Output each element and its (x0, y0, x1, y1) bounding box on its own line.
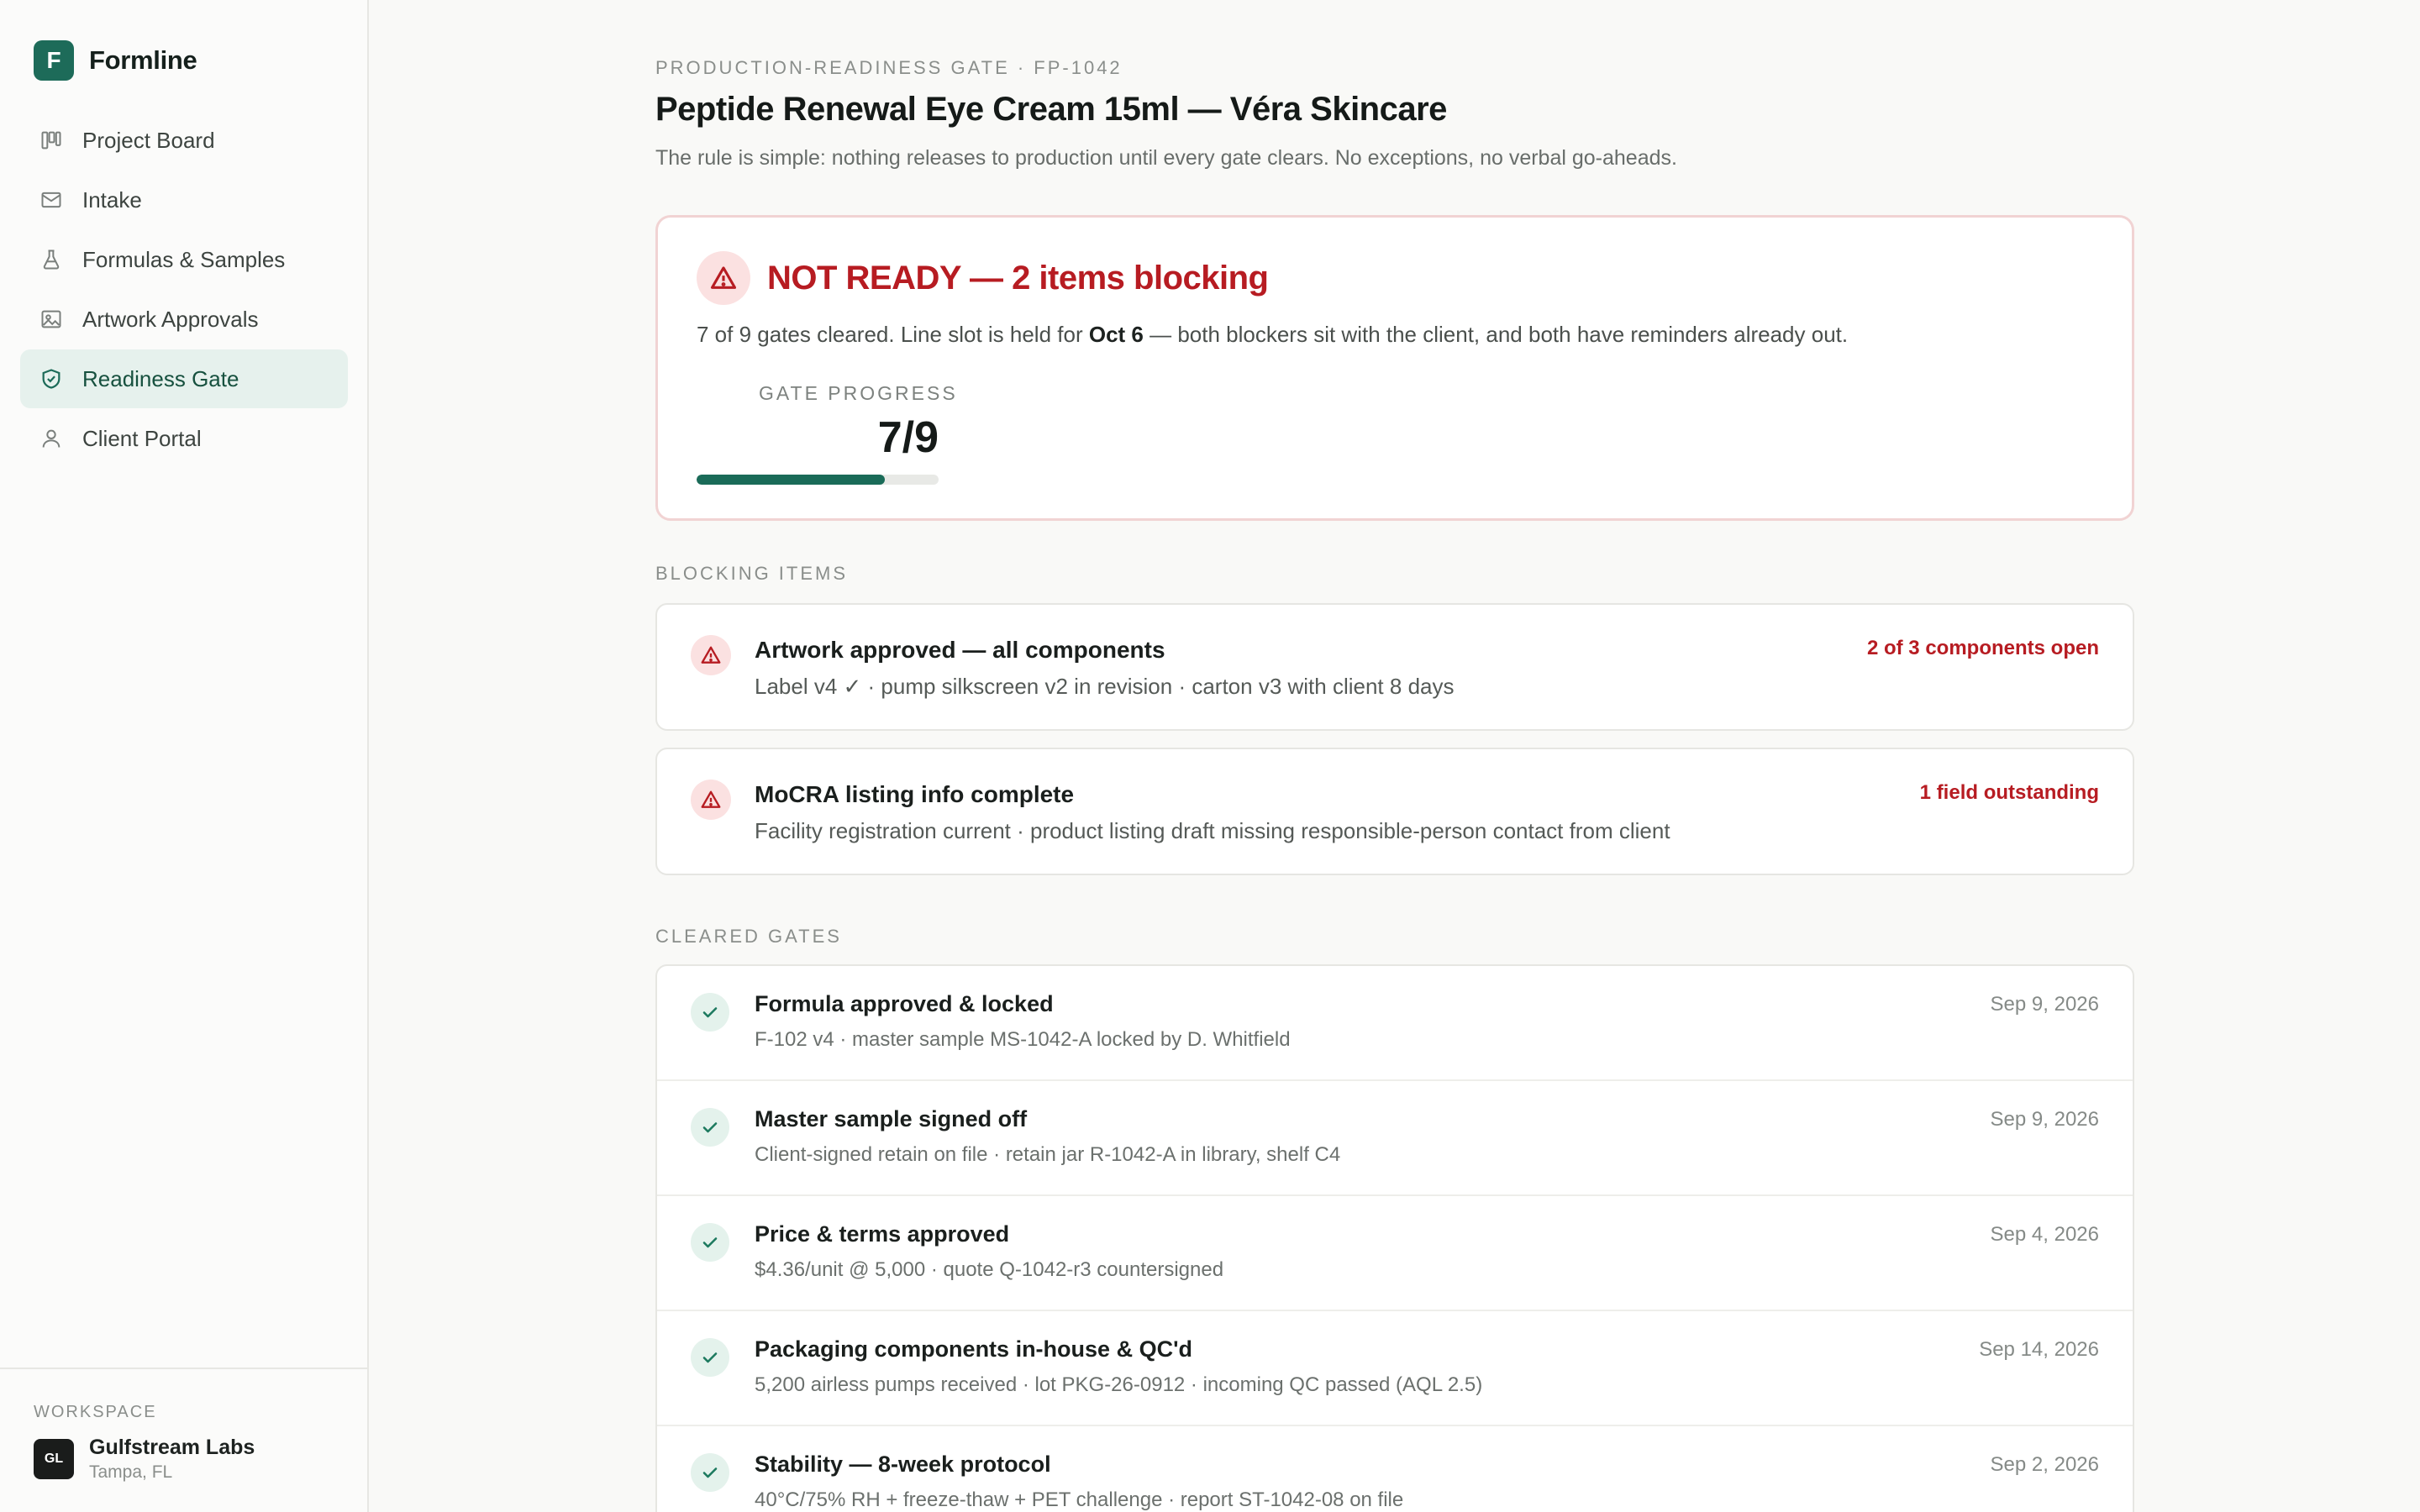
cleared-gates-label: CLEARED GATES (655, 926, 842, 947)
sidebar-item-readiness-gate[interactable]: Readiness Gate (20, 349, 348, 408)
brand-logo: F (34, 40, 74, 81)
warning-icon (691, 635, 731, 675)
cleared-gate-detail: $4.36/unit @ 5,000 · quote Q-1042-r3 cou… (755, 1258, 1224, 1281)
sidebar-item-label: Artwork Approvals (82, 306, 259, 332)
warning-icon (697, 251, 750, 305)
cleared-gate-date: Sep 14, 2026 (1979, 1338, 2099, 1361)
flask-icon (39, 247, 64, 272)
blocking-item-title: MoCRA listing info complete (755, 781, 1075, 807)
cleared-gate-row[interactable]: Packaging components in-house & QC'd 5,2… (657, 1311, 2133, 1426)
cleared-gate-date: Sep 2, 2026 (1990, 1453, 2099, 1476)
gate-progress-bar (697, 475, 939, 485)
check-icon (691, 1108, 729, 1147)
cleared-gate-detail: 40°C/75% RH + freeze-thaw + PET challeng… (755, 1488, 1404, 1511)
cleared-gate-title: Master sample signed off (755, 1106, 1028, 1131)
blocking-item[interactable]: MoCRA listing info complete Facility reg… (655, 748, 2134, 875)
sidebar-item-label: Client Portal (82, 425, 202, 451)
sidebar-item-label: Readiness Gate (82, 365, 239, 391)
gate-progress-value: 7/9 (877, 413, 939, 462)
sidebar-item-artwork-approvals[interactable]: Artwork Approvals (20, 290, 348, 349)
sidebar-item-intake[interactable]: Intake (20, 171, 348, 229)
blocking-item-detail: Facility registration current · product … (755, 818, 1670, 843)
cleared-gate-date: Sep 4, 2026 (1990, 1223, 2099, 1246)
brand-name: Formline (89, 45, 197, 75)
blocking-item-flag: 1 field outstanding (1919, 781, 2099, 804)
workspace-avatar: GL (34, 1439, 74, 1479)
cleared-gate-detail: F-102 v4 · master sample MS-1042-A locke… (755, 1028, 1291, 1051)
blocking-items-label: BLOCKING ITEMS (655, 563, 849, 584)
cleared-gate-row[interactable]: Formula approved & locked F-102 v4 · mas… (657, 966, 2133, 1081)
brand[interactable]: F Formline (34, 40, 197, 81)
cleared-gate-row[interactable]: Stability — 8-week protocol 40°C/75% RH … (657, 1426, 2133, 1512)
check-icon (691, 1223, 729, 1262)
cleared-gate-row[interactable]: Price & terms approved $4.36/unit @ 5,00… (657, 1196, 2133, 1311)
sidebar-item-label: Project Board (82, 127, 215, 153)
sidebar-nav: Project Board Intake Formulas & Samples … (20, 111, 348, 469)
sidebar-item-client-portal[interactable]: Client Portal (20, 409, 348, 468)
cleared-gate-title: Price & terms approved (755, 1221, 1010, 1247)
cleared-gate-title: Stability — 8-week protocol (755, 1452, 1051, 1477)
sidebar-item-label: Formulas & Samples (82, 246, 286, 272)
cleared-gate-detail: 5,200 airless pumps received · lot PKG-2… (755, 1373, 1483, 1396)
status-description: 7 of 9 gates cleared. Line slot is held … (697, 322, 1849, 347)
status-card: NOT READY — 2 items blocking 7 of 9 gate… (655, 215, 2134, 521)
sidebar-item-label: Intake (82, 186, 142, 213)
cleared-gate-row[interactable]: Master sample signed off Client-signed r… (657, 1081, 2133, 1196)
cleared-gates-list: Formula approved & locked F-102 v4 · mas… (655, 964, 2134, 1512)
workspace-label: WORKSPACE (34, 1403, 157, 1421)
page-title: Peptide Renewal Eye Cream 15ml — Véra Sk… (655, 91, 1447, 128)
check-icon (691, 1338, 729, 1377)
blocking-item-flag: 2 of 3 components open (1866, 637, 2099, 659)
cleared-gate-date: Sep 9, 2026 (1990, 993, 2099, 1016)
sidebar-item-formulas-samples[interactable]: Formulas & Samples (20, 230, 348, 289)
warning-icon (691, 780, 731, 820)
status-title: NOT READY — 2 items blocking (767, 259, 1269, 297)
gate-progress-fill (697, 475, 885, 485)
cleared-gate-date: Sep 9, 2026 (1990, 1108, 2099, 1131)
board-icon (39, 128, 64, 153)
blocking-item-detail: Label v4 ✓ · pump silkscreen v2 in revis… (755, 674, 1455, 699)
shield-check-icon (39, 366, 64, 391)
cleared-gate-detail: Client-signed retain on file · retain ja… (755, 1143, 1341, 1166)
user-icon (39, 426, 64, 451)
sidebar-item-project-board[interactable]: Project Board (20, 111, 348, 170)
workspace-name: Gulfstream Labs (89, 1436, 255, 1459)
check-icon (691, 993, 729, 1032)
mail-icon (39, 187, 64, 213)
sidebar: F Formline Project Board Intake Formulas… (0, 0, 369, 1512)
check-icon (691, 1453, 729, 1492)
gate-progress-label: GATE PROGRESS (759, 382, 958, 404)
blocking-item[interactable]: Artwork approved — all components Label … (655, 603, 2134, 731)
workspace-switcher[interactable]: WORKSPACE GL Gulfstream Labs Tampa, FL (0, 1368, 367, 1512)
line-slot-date: Oct 6 (1088, 322, 1144, 347)
image-icon (39, 307, 64, 332)
blocking-item-title: Artwork approved — all components (755, 637, 1165, 663)
cleared-gate-title: Packaging components in-house & QC'd (755, 1336, 1192, 1362)
workspace-location: Tampa, FL (89, 1462, 173, 1482)
page-subtitle: The rule is simple: nothing releases to … (655, 146, 1677, 170)
cleared-gate-title: Formula approved & locked (755, 991, 1054, 1016)
page-eyebrow: PRODUCTION-READINESS GATE · FP-1042 (655, 57, 1123, 78)
